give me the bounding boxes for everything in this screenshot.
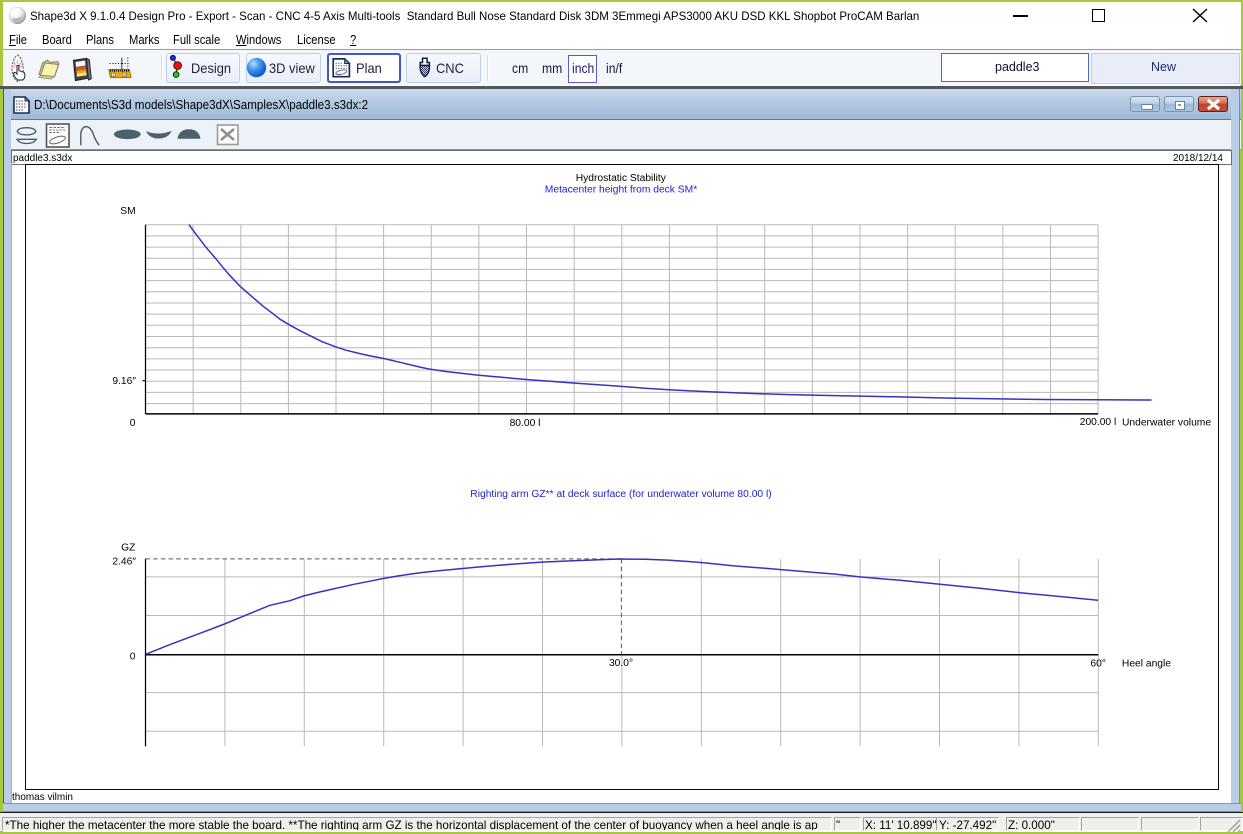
svg-text:Metacenter height from deck SM: Metacenter height from deck SM* xyxy=(545,185,697,196)
svg-text:Righting arm GZ** at deck surf: Righting arm GZ** at deck surface (for u… xyxy=(470,489,771,500)
svg-text:Underwater volume: Underwater volume xyxy=(1122,418,1211,429)
svg-text:80.00 l: 80.00 l xyxy=(510,418,541,429)
svg-text:200.00 l: 200.00 l xyxy=(1080,417,1117,428)
svg-text:9.16″: 9.16″ xyxy=(112,376,136,387)
svg-text:GZ: GZ xyxy=(121,543,136,554)
svg-text:30.0°: 30.0° xyxy=(609,658,633,669)
svg-text:2.46″: 2.46″ xyxy=(112,557,136,568)
svg-text:60°: 60° xyxy=(1090,659,1106,670)
svg-text:Heel angle: Heel angle xyxy=(1122,659,1171,670)
svg-text:0: 0 xyxy=(130,418,136,429)
svg-text:SM: SM xyxy=(120,206,135,217)
svg-text:Hydrostatic Stability: Hydrostatic Stability xyxy=(576,173,667,184)
svg-text:0: 0 xyxy=(130,652,136,663)
